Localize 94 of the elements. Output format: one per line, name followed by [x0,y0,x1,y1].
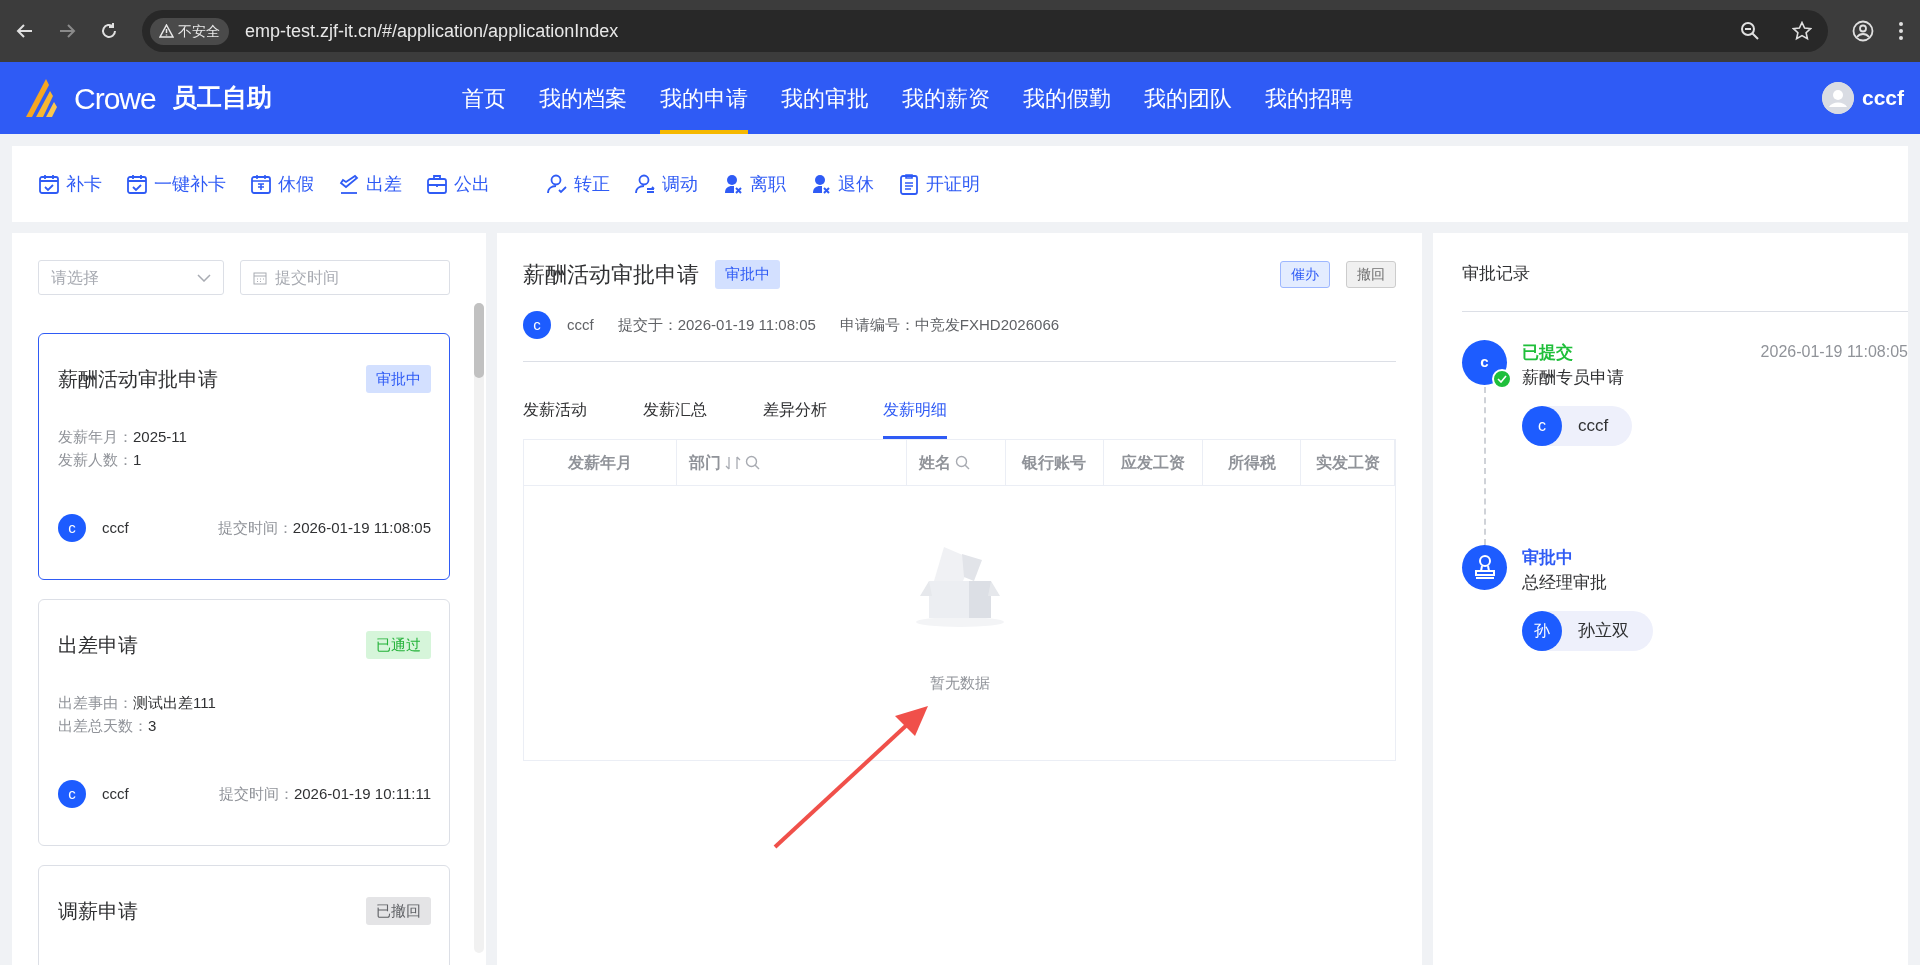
zoom-icon[interactable] [1740,21,1760,41]
field-text: 发薪人数：1 [58,449,143,470]
warning-icon [159,24,174,38]
calendar-icon [253,270,267,285]
user-avatar: c [1522,405,1562,446]
menu-icon[interactable] [1898,21,1904,41]
empty-text: 暂无数据 [929,673,990,693]
approver-name: 孙立双 [1578,619,1629,642]
user-check-icon [546,173,568,195]
status-tag: 审批中 [715,260,780,289]
toolbar-link[interactable]: 开证明 [898,170,980,198]
application-card[interactable]: 薪酬活动审批申请 审批中 发薪年月：2025-11 发薪人数：1 c cccf 提交时间：2026-01-19 11:08:05 [38,333,450,580]
column-header: 所得税 [1202,440,1302,485]
toolbar-link[interactable]: 补卡 [38,170,102,198]
tab[interactable]: 差异分析 [763,386,827,439]
back-icon[interactable] [16,22,34,40]
app-name: 员工自助 [171,82,272,114]
nav-item[interactable]: 首页 [461,62,506,134]
calendar-icon [250,173,272,195]
user-avatar: 孙 [1522,610,1562,651]
user-name[interactable]: cccf [1861,82,1904,114]
brand-name: Crowe [74,80,156,117]
user-avatar: c [58,514,86,542]
briefcase-icon [426,173,448,195]
reload-icon[interactable] [100,22,118,40]
user-swap-icon [634,173,656,195]
toolbar-link[interactable]: 离职 [722,170,786,198]
star-icon[interactable] [1792,21,1812,41]
toolbar-link[interactable]: 转正 [546,170,610,198]
user-name: cccf [102,517,129,538]
nav-item[interactable]: 我的假勤 [1022,62,1111,134]
column-header: 应发工资 [1104,440,1203,485]
calendar-check-icon [38,173,60,195]
column-header: 部门 [676,440,907,485]
column-header: 银行账号 [1005,440,1105,485]
step-status: 审批中 [1522,546,1573,569]
nav-item[interactable]: 我的审批 [780,62,869,134]
column-header: 姓名 [906,440,1006,485]
profile-icon[interactable] [1852,20,1874,42]
field-text: 发薪年月：2025-11 [58,427,188,447]
column-header: 发薪年月 [524,440,677,485]
tab[interactable]: 发薪明细 [883,386,947,439]
submit-time: 提交时间：2026-01-19 10:11:11 [218,783,431,804]
submit-time: 提交于：2026-01-19 11:08:05 [617,314,816,335]
user-name: cccf [567,314,594,335]
panel-title: 审批记录 [1462,263,1531,285]
calendar-check-icon [126,173,148,195]
application-card[interactable]: 调薪申请 已撤回 [38,865,450,965]
toolbar-link[interactable]: 公出 [426,170,490,198]
toolbar-link[interactable]: 一键补卡 [126,170,226,198]
tab[interactable]: 发薪汇总 [643,386,707,439]
action-button[interactable]: 催办 [1280,261,1330,288]
field-text: 出差总天数：3 [58,715,158,736]
toolbar-link[interactable]: 出差 [338,170,402,198]
status-tag: 已通过 [366,630,431,660]
status-tag: 审批中 [366,364,431,394]
application-number: 申请编号：中竞发FXHD2026066 [839,314,1060,335]
nav-item[interactable]: 我的薪资 [901,62,990,134]
user-avatar: c [58,780,86,808]
card-title: 出差申请 [58,633,138,658]
url-text: emp-test.zjf-it.cn/#/application/applicationIndex [245,19,619,43]
user-remove-icon [722,173,744,195]
application-card[interactable]: 出差申请 已通过 出差事由：测试出差111 出差总天数：3 c cccf 提交时间：2026-01-19 10:11:11 [38,599,450,846]
user-avatar: c [523,311,551,339]
step-name: 薪酬专员申请 [1522,367,1625,389]
nav-item[interactable]: 我的团队 [1143,62,1232,134]
nav-item[interactable]: 我的档案 [538,62,627,134]
security-chip[interactable]: 不安全 [150,17,229,45]
step-time: 2026-01-19 11:08:05 [1760,341,1908,362]
user-name: cccf [102,783,129,804]
address-bar[interactable]: 不安全 emp-test.zjf-it.cn/#/application/applicationIndex [142,10,1828,52]
card-title: 调薪申请 [58,899,138,924]
card-title: 薪酬活动审批申请 [58,367,218,392]
toolbar-link[interactable]: 退休 [810,170,874,198]
detail-title: 薪酬活动审批申请 [523,261,699,289]
column-header: 实发工资 [1301,440,1395,485]
approver-name: cccf [1578,414,1609,437]
tab[interactable]: 发薪活动 [523,386,587,439]
nav-item[interactable]: 我的招聘 [1264,62,1353,134]
step-name: 总经理审批 [1522,572,1608,594]
chevron-down-icon [197,273,211,282]
status-tag: 已撤回 [366,896,431,926]
action-button[interactable]: 撤回 [1346,261,1396,288]
nav-item[interactable]: 我的申请 [659,62,748,134]
forward-icon[interactable] [58,22,76,40]
field-text: 出差事由：测试出差111 [58,693,217,713]
clipboard-icon [898,173,920,195]
toolbar-link[interactable]: 调动 [634,170,698,198]
scrollbar[interactable] [474,303,484,953]
toolbar-link[interactable]: 休假 [250,170,314,198]
step-status: 已提交 [1522,341,1573,364]
user-remove-icon [810,173,832,195]
submit-time: 提交时间：2026-01-19 11:08:05 [217,517,431,538]
user-avatar[interactable] [1821,82,1854,114]
